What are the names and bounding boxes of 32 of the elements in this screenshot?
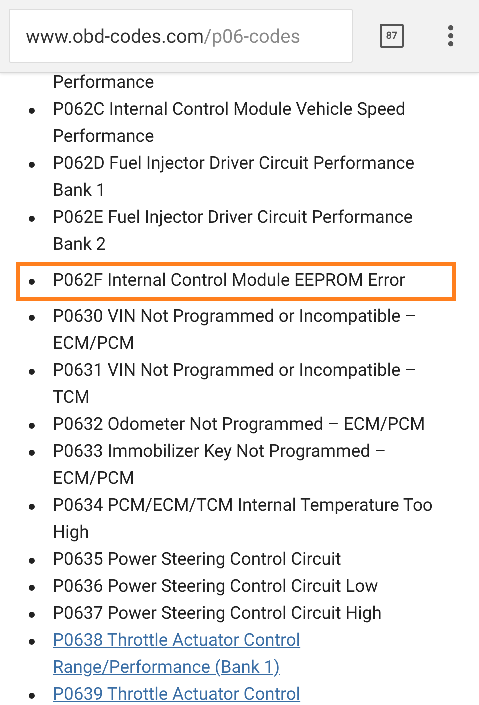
bullet-icon xyxy=(29,612,35,618)
bullet-icon xyxy=(29,450,35,456)
code-link[interactable]: P0638 Throttle Actuator Control Range/Performance (Bank 1) xyxy=(53,628,301,682)
list-item-text: P0630 VIN Not Programmed or Incompatible – ECM/PCM xyxy=(53,306,417,356)
list-item-text: P0636 Power Steering Control Circuit Low xyxy=(53,576,378,599)
menu-icon[interactable] xyxy=(448,25,454,47)
bullet-icon xyxy=(29,692,35,698)
bullet-icon xyxy=(29,558,35,564)
list-item-text: P0632 Odometer Not Programmed – ECM/PCM xyxy=(53,414,426,437)
bullet-icon xyxy=(29,584,35,590)
bullet-icon xyxy=(29,368,35,374)
tab-count-button[interactable]: 87 xyxy=(380,24,404,48)
bullet-icon xyxy=(29,504,35,510)
bullet-icon xyxy=(29,162,35,168)
bullet-icon xyxy=(29,422,35,428)
address-bar[interactable]: www.obd-codes.com/p06-codes xyxy=(9,9,353,63)
list-item-text: Performance xyxy=(53,72,154,95)
bullet-icon xyxy=(29,314,35,320)
list-item-text: P062C Internal Control Module Vehicle Speed Performance xyxy=(53,99,406,149)
list-item-text: P062D Fuel Injector Driver Circuit Performance Bank 1 xyxy=(53,153,415,203)
list-item-text: P0631 VIN Not Programmed or Incompatible – TCM xyxy=(53,360,417,410)
list-item-text: P062F Internal Control Module EEPROM Error xyxy=(53,270,406,293)
list-item-text: P0634 PCM/ECM/TCM Internal Temperature Too High xyxy=(53,495,433,545)
bullet-icon xyxy=(29,108,35,114)
list-item-text: P0635 Power Steering Control Circuit xyxy=(53,549,342,572)
bullet-icon xyxy=(29,216,35,222)
bullet-icon xyxy=(29,638,35,644)
list-item-text: P0633 Immobilizer Key Not Programmed – ECM/PCM xyxy=(53,441,386,491)
list-item-text: P0637 Power Steering Control Circuit High xyxy=(53,603,382,626)
bullet-icon xyxy=(29,278,35,284)
code-link[interactable]: P0639 Throttle Actuator Control xyxy=(53,682,301,705)
list-item-text: P062E Fuel Injector Driver Circuit Performance Bank 2 xyxy=(53,207,414,257)
